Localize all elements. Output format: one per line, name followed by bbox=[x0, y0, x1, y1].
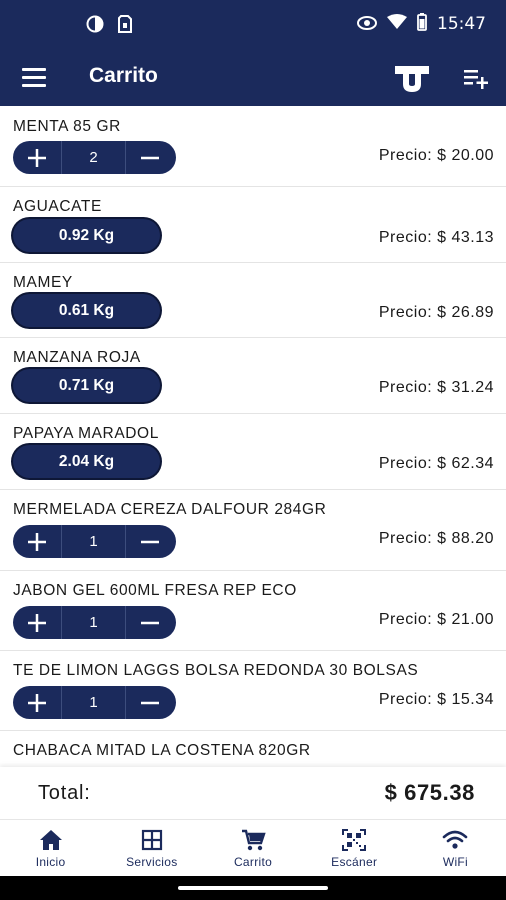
nav-item-inicio[interactable]: Inicio bbox=[0, 820, 101, 876]
product-price: Precio: $ 43.13 bbox=[378, 229, 494, 246]
home-icon bbox=[39, 830, 62, 850]
cart-item: MENTA 85 GR 2 Precio: $ 20.00 bbox=[0, 106, 506, 187]
home-gesture-handle[interactable] bbox=[178, 886, 328, 890]
wifi-icon bbox=[443, 830, 468, 849]
nav-label: Servicios bbox=[126, 855, 178, 869]
wifi-signal-icon bbox=[387, 14, 407, 34]
total-value: $ 675.38 bbox=[384, 780, 475, 805]
plus-icon bbox=[28, 613, 46, 632]
nav-label: Escáner bbox=[331, 855, 378, 869]
weight-button[interactable]: 0.92 Kg bbox=[13, 219, 160, 252]
cart-item: MAMEY 0.61 Kg Precio: $ 26.89 bbox=[0, 263, 506, 338]
menu-icon[interactable] bbox=[22, 68, 46, 88]
decrement-button[interactable] bbox=[126, 606, 174, 639]
minus-icon bbox=[141, 621, 159, 624]
grid-icon bbox=[141, 829, 162, 851]
cart-item: TE DE LIMON LAGGS BOLSA REDONDA 30 BOLSA… bbox=[0, 651, 506, 731]
app-bar: Carrito bbox=[0, 50, 506, 106]
product-name: CHABACA MITAD LA COSTENA 820GR bbox=[13, 742, 311, 759]
weight-button[interactable]: 0.61 Kg bbox=[13, 294, 160, 327]
product-name: PAPAYA MARADOL bbox=[13, 425, 159, 442]
product-name: JABON GEL 600ML FRESA REP ECO bbox=[13, 582, 297, 599]
cart-item: AGUACATE 0.92 Kg Precio: $ 43.13 bbox=[0, 187, 506, 263]
gesture-bar bbox=[0, 876, 506, 900]
increment-button[interactable] bbox=[13, 141, 61, 174]
cart-item: PAPAYA MARADOL 2.04 Kg Precio: $ 62.34 bbox=[0, 414, 506, 490]
sim-card-icon bbox=[118, 15, 132, 37]
product-price: Precio: $ 26.89 bbox=[378, 304, 494, 321]
minus-icon bbox=[141, 701, 159, 704]
cart-item: MERMELADA CEREZA DALFOUR 284GR 1 Precio:… bbox=[0, 490, 506, 571]
bottom-navigation: Inicio Servicios Carrito Escáner WiFi bbox=[0, 819, 506, 876]
cart-item: MANZANA ROJA 0.71 Kg Precio: $ 31.24 bbox=[0, 338, 506, 414]
plus-icon bbox=[28, 148, 46, 167]
total-label: Total: bbox=[38, 782, 91, 804]
quantity-stepper: 1 bbox=[13, 686, 176, 719]
decrement-button[interactable] bbox=[126, 686, 174, 719]
quantity-stepper: 2 bbox=[13, 141, 176, 174]
product-price: Precio: $ 15.34 bbox=[378, 691, 494, 708]
product-price: Precio: $ 20.00 bbox=[378, 147, 494, 164]
decrement-button[interactable] bbox=[126, 141, 174, 174]
minus-icon bbox=[141, 156, 159, 159]
product-name: MANZANA ROJA bbox=[13, 349, 141, 366]
status-time: 15:47 bbox=[437, 14, 486, 34]
cart-item: CHABACA MITAD LA COSTENA 820GR bbox=[0, 731, 506, 767]
quantity-stepper: 1 bbox=[13, 606, 176, 639]
decrement-button[interactable] bbox=[126, 525, 174, 558]
nav-label: Inicio bbox=[35, 855, 66, 869]
product-name: MERMELADA CEREZA DALFOUR 284GR bbox=[13, 501, 327, 518]
quantity-value: 2 bbox=[61, 141, 126, 174]
eye-icon bbox=[357, 15, 377, 34]
product-price: Precio: $ 88.20 bbox=[378, 530, 494, 547]
qr-scan-icon bbox=[342, 829, 367, 851]
quantity-value: 1 bbox=[61, 606, 126, 639]
plus-icon bbox=[28, 532, 46, 551]
increment-button[interactable] bbox=[13, 686, 61, 719]
nav-item-carrito[interactable]: Carrito bbox=[202, 820, 303, 876]
status-bar: 15:47 bbox=[0, 0, 506, 50]
quantity-value: 1 bbox=[61, 686, 126, 719]
cart-icon bbox=[242, 829, 266, 851]
brand-logo bbox=[393, 62, 431, 94]
nav-label: Carrito bbox=[233, 855, 273, 869]
nav-item-servicios[interactable]: Servicios bbox=[101, 820, 202, 876]
nav-item-wifi[interactable]: WiFi bbox=[405, 820, 506, 876]
product-name: MAMEY bbox=[13, 274, 73, 291]
total-bar: Total: $ 675.38 bbox=[0, 767, 506, 819]
cart-list[interactable]: MENTA 85 GR 2 Precio: $ 20.00 AGUACATE 0… bbox=[0, 106, 506, 767]
page-title: Carrito bbox=[89, 64, 158, 87]
data-saver-icon bbox=[86, 15, 104, 37]
quantity-stepper: 1 bbox=[13, 525, 176, 558]
minus-icon bbox=[141, 540, 159, 543]
product-price: Precio: $ 31.24 bbox=[378, 379, 494, 396]
cart-item: JABON GEL 600ML FRESA REP ECO 1 Precio: … bbox=[0, 571, 506, 651]
nav-item-escaner[interactable]: Escáner bbox=[304, 820, 405, 876]
product-name: AGUACATE bbox=[13, 198, 102, 215]
playlist-add-icon[interactable] bbox=[464, 68, 490, 90]
increment-button[interactable] bbox=[13, 606, 61, 639]
product-price: Precio: $ 62.34 bbox=[378, 455, 494, 472]
quantity-value: 1 bbox=[61, 525, 126, 558]
plus-icon bbox=[28, 693, 46, 712]
battery-icon bbox=[417, 13, 427, 35]
weight-button[interactable]: 2.04 Kg bbox=[13, 445, 160, 478]
increment-button[interactable] bbox=[13, 525, 61, 558]
product-name: MENTA 85 GR bbox=[13, 118, 121, 135]
nav-label: WiFi bbox=[442, 855, 469, 869]
weight-button[interactable]: 0.71 Kg bbox=[13, 369, 160, 402]
product-price: Precio: $ 21.00 bbox=[378, 611, 494, 628]
product-name: TE DE LIMON LAGGS BOLSA REDONDA 30 BOLSA… bbox=[13, 662, 419, 679]
